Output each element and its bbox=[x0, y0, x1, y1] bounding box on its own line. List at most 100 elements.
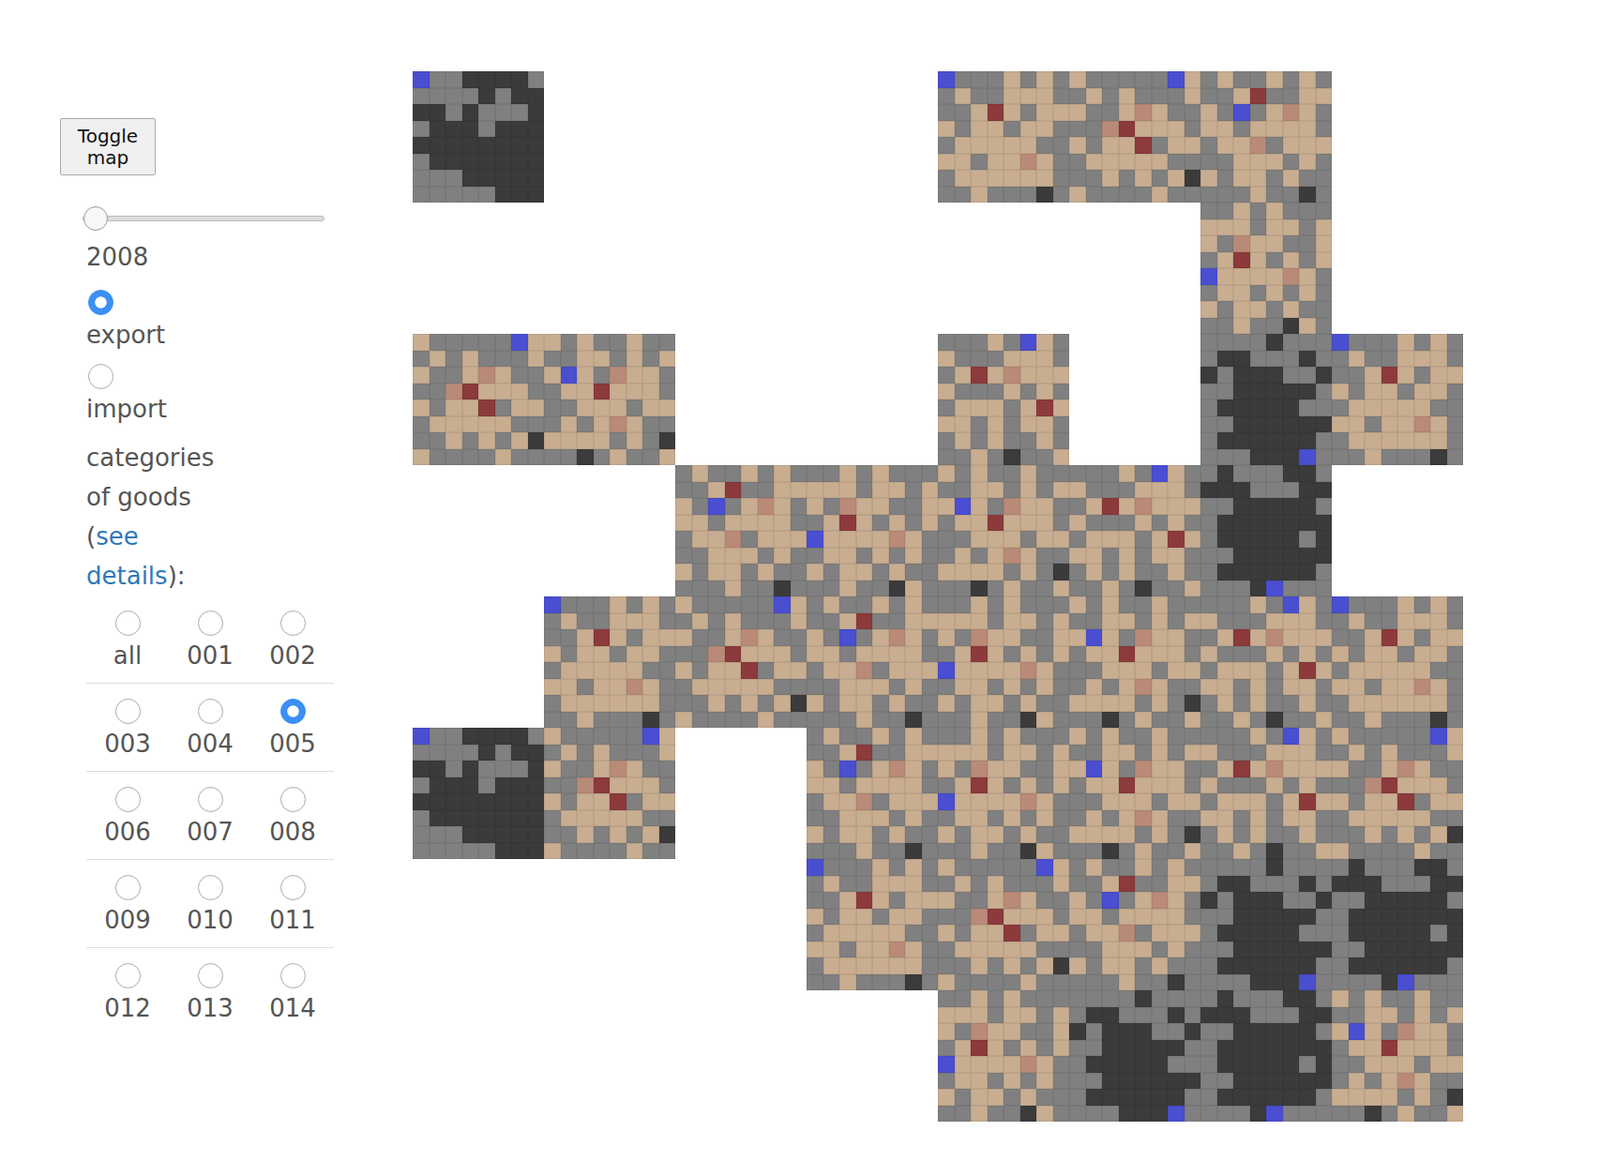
category-label[interactable]: all bbox=[113, 635, 142, 676]
map-cell bbox=[1167, 580, 1185, 598]
category-label[interactable]: 011 bbox=[269, 900, 317, 940]
map-cell bbox=[626, 727, 644, 745]
category-radio[interactable] bbox=[197, 698, 224, 725]
category-label[interactable]: 009 bbox=[104, 900, 151, 940]
map-cell bbox=[790, 580, 808, 598]
map-cell bbox=[1447, 727, 1465, 745]
year-slider[interactable] bbox=[82, 207, 325, 230]
details-link[interactable]: see details bbox=[86, 522, 168, 590]
map-cell bbox=[1036, 399, 1054, 417]
map-cell bbox=[937, 432, 955, 450]
map-cell bbox=[642, 679, 660, 696]
map-cell bbox=[1184, 662, 1202, 680]
map-cell bbox=[1250, 449, 1268, 467]
map-cell bbox=[889, 908, 906, 926]
map-cell bbox=[528, 432, 545, 450]
category-label[interactable]: 007 bbox=[186, 812, 234, 852]
toggle-map-button[interactable]: Toggle map bbox=[60, 118, 156, 176]
map-cell bbox=[1086, 514, 1103, 532]
category-label[interactable]: 003 bbox=[104, 724, 151, 764]
category-radio[interactable] bbox=[280, 698, 306, 725]
map-cell bbox=[478, 843, 496, 861]
map-cell bbox=[1298, 416, 1316, 434]
flow-label[interactable]: import bbox=[86, 389, 167, 429]
category-radio[interactable] bbox=[115, 875, 141, 901]
map-cell bbox=[462, 153, 480, 171]
map-cell bbox=[1118, 169, 1136, 187]
map-cell bbox=[921, 760, 939, 778]
map-cell bbox=[576, 366, 594, 384]
category-radio[interactable] bbox=[115, 698, 141, 725]
map-cell bbox=[1315, 153, 1333, 171]
map-cell bbox=[609, 727, 627, 745]
map-cell bbox=[462, 744, 480, 762]
category-label[interactable]: 006 bbox=[104, 812, 151, 852]
map-cell bbox=[1233, 235, 1251, 253]
map-cell bbox=[1200, 301, 1218, 318]
map-cell bbox=[1134, 694, 1152, 712]
map-cell bbox=[1315, 383, 1333, 401]
flow-radio[interactable] bbox=[88, 289, 114, 316]
map-cell bbox=[1283, 826, 1300, 844]
map-cell bbox=[1447, 366, 1465, 384]
category-label[interactable]: 005 bbox=[269, 724, 317, 764]
category-label[interactable]: 004 bbox=[186, 724, 234, 764]
category-radio[interactable] bbox=[280, 610, 306, 636]
category-option: 013 bbox=[168, 963, 252, 1028]
map-cell bbox=[905, 662, 922, 680]
map-cell bbox=[478, 333, 496, 351]
map-cell bbox=[1020, 613, 1038, 631]
map-cell bbox=[576, 629, 594, 647]
category-radio[interactable] bbox=[115, 786, 141, 813]
map-cell bbox=[1298, 744, 1316, 762]
map-cell bbox=[1447, 350, 1465, 368]
map-cell bbox=[1266, 169, 1284, 187]
map-cell bbox=[1053, 416, 1071, 434]
map-cell bbox=[495, 333, 513, 351]
map-cell bbox=[905, 514, 922, 532]
map-cell bbox=[1217, 547, 1235, 565]
map-cell bbox=[921, 908, 939, 926]
map-cell bbox=[1315, 744, 1333, 762]
category-label[interactable]: 014 bbox=[269, 988, 317, 1028]
category-radio[interactable] bbox=[280, 786, 306, 813]
map-cell bbox=[1266, 777, 1284, 795]
map-cell bbox=[576, 810, 594, 828]
map-cell bbox=[1101, 744, 1119, 762]
map-cell bbox=[1233, 383, 1251, 401]
map-cell bbox=[1266, 530, 1284, 548]
map-cell bbox=[1036, 449, 1054, 467]
map-cell bbox=[1250, 104, 1268, 121]
map-cell bbox=[1266, 350, 1284, 368]
category-radio[interactable] bbox=[115, 963, 141, 989]
map-cell bbox=[954, 596, 972, 614]
category-label[interactable]: 010 bbox=[186, 900, 234, 940]
category-radio[interactable] bbox=[197, 786, 224, 813]
map-cell bbox=[462, 432, 480, 450]
category-label[interactable]: 012 bbox=[104, 988, 151, 1028]
category-radio[interactable] bbox=[115, 610, 141, 636]
map-cell bbox=[609, 613, 627, 631]
map-cell bbox=[429, 843, 447, 861]
category-label[interactable]: 008 bbox=[269, 812, 317, 852]
map-cell bbox=[593, 350, 611, 368]
flow-label[interactable]: export bbox=[86, 315, 166, 355]
category-radio[interactable] bbox=[197, 963, 224, 989]
category-label[interactable]: 002 bbox=[269, 635, 317, 676]
map-cell bbox=[1364, 744, 1382, 762]
category-radio[interactable] bbox=[197, 875, 224, 901]
map-cell bbox=[1053, 120, 1071, 138]
map-cell bbox=[478, 350, 496, 368]
category-label[interactable]: 013 bbox=[186, 988, 234, 1028]
map-cell bbox=[1315, 646, 1333, 664]
category-radio[interactable] bbox=[197, 610, 224, 636]
map-cell bbox=[593, 777, 611, 795]
category-label[interactable]: 001 bbox=[186, 635, 234, 676]
map-cell bbox=[1003, 777, 1021, 795]
map-cell bbox=[937, 416, 955, 434]
map-cell bbox=[445, 153, 463, 171]
flow-radio[interactable] bbox=[88, 363, 114, 390]
category-radio[interactable] bbox=[280, 963, 306, 989]
category-radio[interactable] bbox=[280, 875, 306, 901]
map-cell bbox=[1217, 580, 1235, 598]
